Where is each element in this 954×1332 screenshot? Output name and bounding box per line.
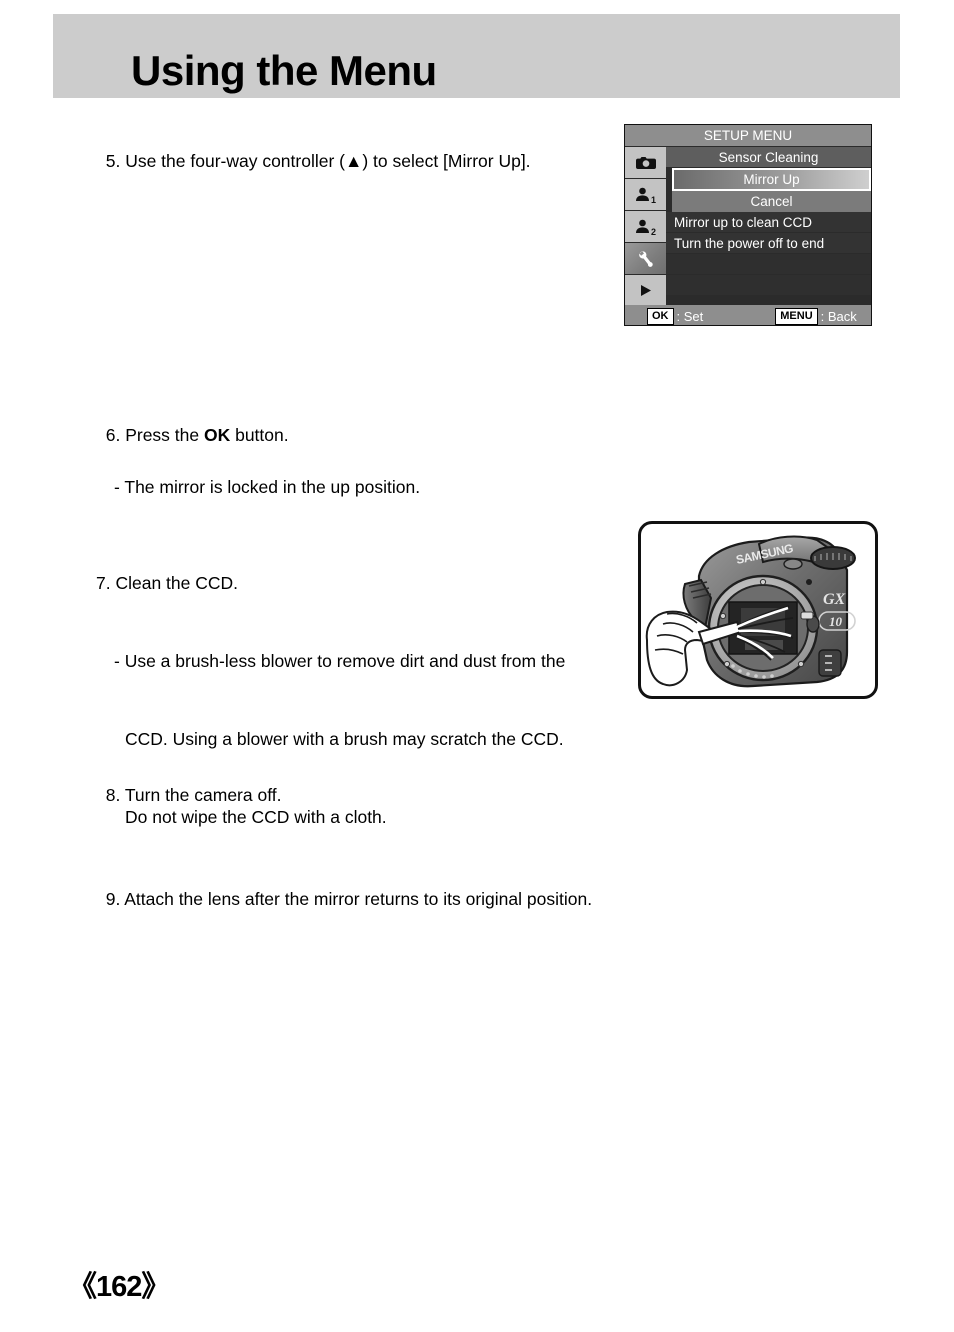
person-icon xyxy=(635,187,650,202)
step-9-text: 9. Attach the lens after the mirror retu… xyxy=(96,860,592,912)
step-7-sub-line-2: CCD. Using a blower with a brush may scr… xyxy=(125,729,564,749)
lcd-tab-camera[interactable] xyxy=(625,147,666,179)
page-header-band: Using the Menu xyxy=(53,14,900,98)
camera-illustration-svg: SAMSUNG GX 10 xyxy=(645,535,856,688)
lcd-footer-menu-hint: MENU : Back xyxy=(775,307,857,325)
lcd-tab-column: 1 2 xyxy=(625,147,666,307)
menu-key-chip: MENU xyxy=(775,307,818,325)
camera-model-gx: GX xyxy=(823,591,846,608)
lcd-row-hint-mirror-up: Mirror up to clean CCD xyxy=(666,212,871,233)
step-7-sub-line-1: - Use a brush-less blower to remove dirt… xyxy=(114,651,566,671)
step-5-text: 5. Use the four-way controller (▲) to se… xyxy=(96,122,531,174)
lcd-row-cancel[interactable]: Cancel xyxy=(672,191,871,212)
lcd-tab-custom-1-index: 1 xyxy=(650,195,656,205)
step-8-line: 8. Turn the camera off. xyxy=(105,785,282,805)
lcd-tab-custom-2-index: 2 xyxy=(650,227,656,237)
step-6-suffix: button. xyxy=(230,425,289,445)
play-icon xyxy=(638,283,653,298)
lcd-tab-custom-2[interactable]: 2 xyxy=(625,211,666,243)
lcd-menu-title: SETUP MENU xyxy=(625,125,871,147)
lcd-row-mirror-up[interactable]: Mirror Up xyxy=(672,168,871,191)
lcd-row-empty-1 xyxy=(666,254,871,275)
camera-ccd-cleaning-illustration: SAMSUNG GX 10 xyxy=(638,521,878,699)
step-9-line: 9. Attach the lens after the mirror retu… xyxy=(105,889,593,909)
page-number: 《162》 xyxy=(68,1271,170,1303)
step-6-text: 6. Press the OK button. - The mirror is … xyxy=(96,396,420,526)
step-6-prefix: 6. Press the xyxy=(105,425,204,445)
wrench-icon xyxy=(636,249,656,269)
lcd-tab-setup[interactable] xyxy=(625,243,666,275)
lcd-row-sensor-cleaning: Sensor Cleaning xyxy=(666,147,871,168)
camera-model-10: 10 xyxy=(829,614,843,629)
lcd-row-hint-power-off: Turn the power off to end xyxy=(666,233,871,254)
lcd-footer-hints: OK : Set MENU : Back xyxy=(625,305,871,325)
step-8-text: 8. Turn the camera off. xyxy=(96,756,282,808)
page-title: Using the Menu xyxy=(131,47,437,94)
lcd-row-empty-2 xyxy=(666,275,871,296)
lcd-footer-ok-hint: OK : Set xyxy=(647,307,704,325)
camera-lcd-setup-menu: SETUP MENU 1 2 Sensor Cleaning Mirror Up… xyxy=(624,124,872,326)
step-5-line: 5. Use the four-way controller (▲) to se… xyxy=(105,151,531,171)
step-6-sub: - The mirror is locked in the up positio… xyxy=(114,477,421,497)
ok-hint-label: : Set xyxy=(676,308,704,324)
step-6-ok-bold: OK xyxy=(203,425,231,445)
lcd-tab-custom-1[interactable]: 1 xyxy=(625,179,666,211)
menu-hint-label: : Back xyxy=(820,308,857,324)
ok-key-chip: OK xyxy=(647,307,674,325)
lcd-row-list: Sensor Cleaning Mirror Up Cancel Mirror … xyxy=(666,147,871,305)
person-icon xyxy=(635,219,650,234)
camera-icon xyxy=(635,155,657,170)
step-7-main: 7. Clean the CCD. xyxy=(96,573,239,593)
lcd-tab-playback[interactable] xyxy=(625,275,666,307)
lcd-menu-body: 1 2 Sensor Cleaning Mirror Up Cancel Mir… xyxy=(625,147,871,325)
